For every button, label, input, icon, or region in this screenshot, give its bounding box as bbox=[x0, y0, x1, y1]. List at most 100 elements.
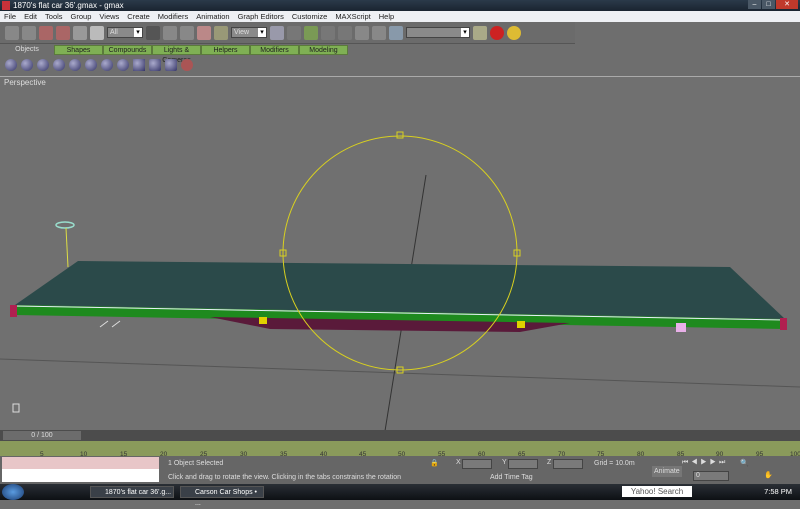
unlink-icon[interactable] bbox=[56, 25, 70, 40]
lock-icon[interactable]: 🔒 bbox=[430, 459, 439, 467]
cone-icon[interactable] bbox=[85, 59, 97, 71]
pan-icon[interactable]: ✋ bbox=[764, 471, 773, 479]
status-bar: 1 Object Selected Click and drag to rota… bbox=[0, 456, 800, 484]
array-icon[interactable] bbox=[372, 25, 386, 40]
grid2-icon[interactable] bbox=[165, 59, 177, 71]
maxscript-input-mini[interactable] bbox=[2, 469, 159, 482]
rotate-icon[interactable] bbox=[180, 25, 194, 40]
select-by-name-icon[interactable] bbox=[146, 25, 160, 40]
taskbar-gmax[interactable]: 1870's flat car 36'.g... bbox=[90, 486, 174, 498]
yahoo-search-box[interactable]: Yahoo! Search bbox=[622, 486, 692, 497]
menu-maxscript[interactable]: MAXScript bbox=[331, 11, 374, 22]
y-label: Y bbox=[502, 459, 507, 466]
box-icon[interactable] bbox=[5, 59, 17, 71]
menu-customize[interactable]: Customize bbox=[288, 11, 331, 22]
cylinder-icon[interactable] bbox=[37, 59, 49, 71]
render-icon[interactable] bbox=[507, 25, 521, 40]
selection-status: 1 Object Selected bbox=[168, 460, 224, 467]
menu-graph-editors[interactable]: Graph Editors bbox=[234, 11, 288, 22]
tab-helpers[interactable]: Helpers bbox=[201, 45, 250, 55]
tab-modeling[interactable]: Modeling bbox=[299, 45, 348, 55]
plane-icon[interactable] bbox=[133, 59, 145, 71]
maximize-button[interactable]: □ bbox=[762, 0, 775, 9]
menu-views[interactable]: Views bbox=[95, 11, 123, 22]
schematic-icon[interactable] bbox=[473, 25, 487, 40]
align-icon[interactable] bbox=[389, 25, 403, 40]
geosphere-icon[interactable] bbox=[101, 59, 113, 71]
pink-marker bbox=[676, 323, 686, 332]
menu-edit[interactable]: Edit bbox=[20, 11, 41, 22]
undo-icon[interactable] bbox=[5, 25, 19, 40]
bones-icon[interactable] bbox=[181, 59, 193, 71]
tab-compounds[interactable]: Compounds bbox=[103, 45, 152, 55]
axis-z-icon[interactable] bbox=[321, 25, 335, 40]
windows-taskbar: 1870's flat car 36'.g... Carson Car Shop… bbox=[0, 484, 800, 507]
flatcar-end-left bbox=[10, 305, 17, 317]
menu-group[interactable]: Group bbox=[67, 11, 96, 22]
material-editor-icon[interactable] bbox=[490, 25, 504, 40]
minimize-button[interactable]: – bbox=[748, 0, 761, 9]
region-select-icon[interactable] bbox=[90, 25, 104, 40]
title-bar: 1870's flat car 36'.gmax - gmax – □ ✕ bbox=[0, 0, 800, 11]
window-title: 1870's flat car 36'.gmax - gmax bbox=[13, 1, 124, 10]
add-time-tag-button[interactable]: Add Time Tag bbox=[490, 474, 533, 481]
selection-filter-dropdown[interactable]: All bbox=[107, 27, 143, 38]
start-button[interactable] bbox=[2, 484, 24, 500]
zoom-icon[interactable]: 🔍 bbox=[740, 459, 749, 467]
tab-lights-cameras[interactable]: Lights & Cameras bbox=[152, 45, 201, 64]
pivot-center-icon[interactable] bbox=[270, 25, 284, 40]
time-slider-thumb[interactable]: 0 / 100 bbox=[3, 431, 81, 440]
torus-icon[interactable] bbox=[53, 59, 65, 71]
current-frame-field[interactable]: 0 bbox=[693, 471, 729, 481]
menu-file[interactable]: File bbox=[0, 11, 20, 22]
teapot-icon[interactable] bbox=[69, 59, 81, 71]
menu-help[interactable]: Help bbox=[375, 11, 398, 22]
taskbar-ie[interactable]: Carson Car Shops • ... bbox=[180, 486, 264, 507]
close-button[interactable]: ✕ bbox=[776, 0, 798, 9]
animate-button[interactable]: Animate bbox=[652, 466, 682, 477]
light-helper bbox=[55, 221, 75, 229]
menu-animation[interactable]: Animation bbox=[192, 11, 233, 22]
x-coordinate-field[interactable] bbox=[462, 459, 492, 469]
x-label: X bbox=[456, 459, 461, 466]
pivot-icon[interactable] bbox=[214, 25, 228, 40]
grid-icon[interactable] bbox=[149, 59, 161, 71]
sphere-icon[interactable] bbox=[21, 59, 33, 71]
axis-xy-icon[interactable] bbox=[338, 25, 352, 40]
create-tabs: Objects Shapes Compounds Lights & Camera… bbox=[0, 45, 800, 64]
ref-coord-dropdown[interactable]: View bbox=[231, 27, 267, 38]
menu-bar: File Edit Tools Group Views Create Modifiers An… bbox=[0, 11, 800, 22]
track-bar[interactable]: 5 10 15 20 25 30 35 40 45 50 55 60 65 70… bbox=[0, 441, 800, 458]
playback-controls[interactable]: ⏮◀▶▶⏭ bbox=[682, 459, 728, 467]
menu-tools[interactable]: Tools bbox=[41, 11, 67, 22]
menu-create[interactable]: Create bbox=[123, 11, 154, 22]
link-icon[interactable] bbox=[39, 25, 53, 40]
scale-icon[interactable] bbox=[197, 25, 211, 40]
flatcar-end-right bbox=[780, 318, 787, 330]
axis-y-icon[interactable] bbox=[304, 25, 318, 40]
z-coordinate-field[interactable] bbox=[553, 459, 583, 469]
time-slider[interactable]: 0 / 100 bbox=[0, 430, 800, 441]
move-icon[interactable] bbox=[163, 25, 177, 40]
bolster-marker bbox=[517, 321, 525, 328]
mirror-icon[interactable] bbox=[355, 25, 369, 40]
grid-size: Grid = 10.0m bbox=[594, 460, 635, 467]
perspective-viewport[interactable]: Perspective bbox=[0, 76, 800, 431]
axis-tripod bbox=[12, 403, 20, 413]
axis-x-icon[interactable] bbox=[287, 25, 301, 40]
menu-modifiers[interactable]: Modifiers bbox=[154, 11, 192, 22]
named-selection-dropdown[interactable] bbox=[406, 27, 470, 38]
gizmo-handle bbox=[396, 131, 404, 139]
tab-objects[interactable]: Objects bbox=[0, 45, 54, 55]
maxscript-listener-mini[interactable] bbox=[2, 457, 159, 469]
select-icon[interactable] bbox=[73, 25, 87, 40]
bolster-marker bbox=[259, 317, 267, 324]
prompt-line: Click and drag to rotate the view. Click… bbox=[168, 474, 402, 481]
tube-icon[interactable] bbox=[117, 59, 129, 71]
clock: 7:58 PM bbox=[764, 487, 792, 496]
gmax-app-icon bbox=[2, 1, 10, 10]
redo-icon[interactable] bbox=[22, 25, 36, 40]
y-coordinate-field[interactable] bbox=[508, 459, 538, 469]
tab-modifiers[interactable]: Modifiers bbox=[250, 45, 299, 55]
tab-shapes[interactable]: Shapes bbox=[54, 45, 103, 55]
